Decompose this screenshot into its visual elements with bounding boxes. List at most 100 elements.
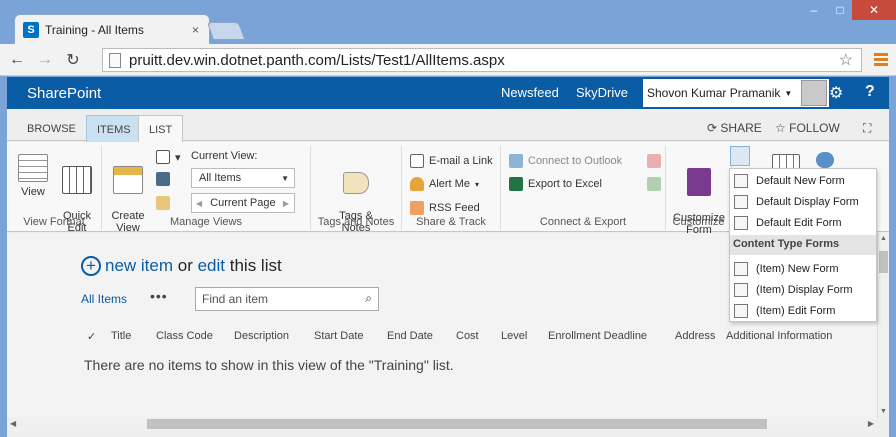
access-icon[interactable]	[647, 154, 661, 168]
permissions-icon[interactable]	[816, 152, 834, 168]
customize-label: Customize	[672, 216, 725, 228]
minimize-button[interactable]: –	[800, 0, 828, 20]
export-excel-label: Export to Excel	[528, 178, 602, 190]
empty-list-message: There are no items to show in this view …	[84, 357, 454, 373]
current-view-select[interactable]: All Items ▼	[191, 168, 295, 188]
this-list-text: this list	[225, 256, 282, 275]
menu-default-new-form[interactable]: Default New Form	[730, 170, 876, 191]
view-label: View	[21, 186, 45, 198]
new-form-icon	[734, 173, 748, 188]
menu-item-edit-form[interactable]: (Item) Edit Form	[730, 300, 876, 321]
col-level[interactable]: Level	[501, 330, 548, 343]
connect-outlook-label: Connect to Outlook	[528, 155, 623, 167]
vertical-scroll-thumb[interactable]	[879, 251, 888, 273]
back-arrow-icon[interactable]: ←	[6, 51, 28, 69]
add-icon[interactable]: +	[81, 256, 101, 276]
current-page-label: Current Page	[210, 197, 276, 209]
group-view-format: View Quick Edit View Format	[7, 146, 102, 234]
rss-feed-button[interactable]: RSS Feed	[410, 201, 480, 215]
tags-notes-group-label: Tags and Notes	[317, 216, 395, 228]
close-window-button[interactable]: ✕	[852, 0, 896, 20]
view-columns-icon[interactable]	[156, 172, 170, 186]
more-views-button[interactable]: •••	[150, 288, 168, 304]
gear-icon[interactable]: ⚙	[829, 83, 843, 103]
connect-outlook-button[interactable]: Connect to Outlook	[509, 154, 622, 168]
search-icon[interactable]: ⌕	[365, 291, 372, 306]
current-page-nav[interactable]: ◀ Current Page ▶	[191, 193, 295, 213]
email-link-label: E-mail a Link	[429, 155, 493, 167]
col-class-code[interactable]: Class Code	[156, 330, 234, 343]
new-item-link[interactable]: new item	[105, 256, 173, 275]
quick-edit-icon	[62, 166, 92, 194]
all-items-view-link[interactable]: All Items	[81, 292, 127, 306]
col-enrollment-deadline[interactable]: Enrollment Deadline	[548, 330, 675, 343]
create-view-icon	[113, 166, 143, 194]
tab-title: Training - All Items	[45, 22, 144, 37]
col-cost[interactable]: Cost	[456, 330, 501, 343]
maximize-button[interactable]: □	[828, 0, 852, 20]
connect-export-label: Connect & Export	[539, 216, 627, 228]
vertical-scrollbar[interactable]: ▲ ▼	[877, 233, 889, 417]
avatar	[801, 80, 827, 106]
share-track-label: Share & Track	[416, 216, 486, 228]
group-connect-export: Connect to Outlook Export to Excel Conne…	[501, 146, 666, 230]
focus-content-icon[interactable]: ⛶	[863, 121, 871, 136]
group-customize: Customize Form Customize	[666, 146, 732, 236]
alert-me-button[interactable]: Alert Me ▾	[410, 177, 479, 191]
horizontal-scrollbar[interactable]: ◀ ▶	[7, 417, 877, 431]
tab-close-icon[interactable]: ×	[192, 23, 199, 37]
share-button[interactable]: ⟳ SHARE	[707, 121, 762, 135]
col-title[interactable]: Title	[111, 330, 156, 343]
menu-item-label: (Item) New Form	[756, 262, 839, 275]
edit-link[interactable]: edit	[198, 256, 225, 275]
newsfeed-link[interactable]: Newsfeed	[501, 85, 559, 100]
menu-default-display-form[interactable]: Default Display Form	[730, 191, 876, 212]
reload-icon[interactable]: ↻	[62, 50, 84, 70]
menu-item-label: Default Display Form	[756, 195, 859, 208]
follow-label: FOLLOW	[789, 121, 840, 135]
project-icon[interactable]	[647, 177, 661, 191]
col-start-date[interactable]: Start Date	[314, 330, 387, 343]
chevron-left-icon[interactable]: ◀	[196, 199, 202, 208]
skydrive-link[interactable]: SkyDrive	[576, 85, 628, 100]
chevron-right-icon[interactable]: ▶	[283, 199, 289, 208]
tab-items[interactable]: ITEMS	[86, 115, 142, 142]
view-button[interactable]: View	[13, 154, 53, 198]
col-description[interactable]: Description	[234, 330, 314, 343]
col-additional-information[interactable]: Additional Information	[726, 330, 856, 343]
sharepoint-brand[interactable]: SharePoint	[27, 85, 101, 102]
edit-form-icon	[734, 303, 748, 318]
url-text: pruitt.dev.win.dotnet.panth.com/Lists/Te…	[129, 51, 505, 69]
follow-button[interactable]: ☆ FOLLOW	[775, 121, 840, 135]
bookmark-star-icon[interactable]: ☆	[839, 50, 853, 70]
new-tab-button[interactable]	[206, 22, 246, 40]
tab-browse[interactable]: BROWSE	[17, 119, 86, 141]
address-bar[interactable]: pruitt.dev.win.dotnet.panth.com/Lists/Te…	[102, 48, 862, 72]
select-all-checkmark[interactable]: ✓	[87, 330, 111, 343]
help-icon[interactable]: ?	[865, 83, 875, 101]
follow-star-icon: ☆	[775, 121, 786, 135]
export-excel-button[interactable]: Export to Excel	[509, 177, 602, 191]
col-end-date[interactable]: End Date	[387, 330, 456, 343]
menu-default-edit-form[interactable]: Default Edit Form	[730, 212, 876, 233]
alert-me-label: Alert Me	[429, 178, 470, 190]
forward-arrow-icon[interactable]: →	[34, 51, 56, 69]
horizontal-scroll-thumb[interactable]	[147, 419, 767, 429]
browser-menu-icon[interactable]	[874, 53, 888, 68]
form-web-parts-button[interactable]	[730, 146, 750, 166]
new-item-line: + new item or edit this list	[81, 256, 282, 276]
menu-item-new-form[interactable]: (Item) New Form	[730, 258, 876, 279]
browser-frame: S Training - All Items × – □ ✕ ← → ↻ pru…	[0, 0, 896, 437]
modify-view-icon[interactable]: ▾	[156, 150, 181, 164]
menu-item-display-form[interactable]: (Item) Display Form	[730, 279, 876, 300]
user-menu[interactable]: Shovon Kumar Pramanik ▼	[643, 79, 829, 107]
tab-list[interactable]: LIST	[138, 115, 184, 143]
share-icon: ⟳	[707, 121, 718, 135]
search-input[interactable]: Find an item ⌕	[195, 287, 379, 311]
menu-item-label: Default Edit Form	[756, 216, 842, 229]
browser-tab[interactable]: S Training - All Items ×	[14, 14, 210, 44]
folder-icon	[156, 196, 170, 210]
email-link-button[interactable]: E-mail a Link	[410, 154, 493, 168]
form-web-parts-menu: Default New Form Default Display Form De…	[729, 168, 877, 322]
col-address[interactable]: Address	[675, 330, 726, 343]
